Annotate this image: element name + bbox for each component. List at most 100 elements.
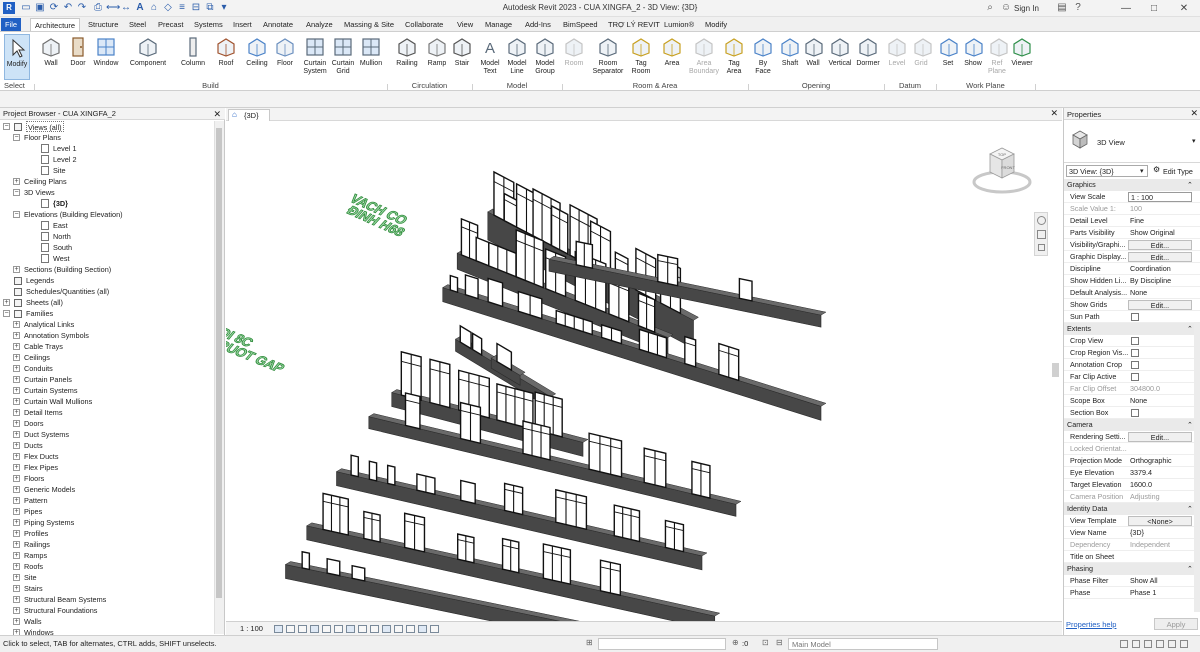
property-checkbox[interactable]	[1131, 349, 1139, 357]
property-value[interactable]: None	[1130, 287, 1192, 299]
search-icon[interactable]: ⌕	[984, 2, 996, 14]
browser-node[interactable]: Families	[26, 308, 53, 319]
property-value[interactable]: Orthographic	[1130, 455, 1192, 467]
model-canvas[interactable]: VACH COĐINH H68CUA ĐI 8CMO TRUOT GAPCUA …	[226, 121, 1062, 621]
collapse-icon[interactable]: ⌃	[1187, 503, 1193, 515]
browser-node[interactable]: {3D}	[53, 198, 68, 209]
opening-2-7[interactable]	[684, 335, 697, 368]
opening-9-0[interactable]	[322, 492, 349, 536]
pin-icon[interactable]	[1144, 640, 1152, 648]
tab-view[interactable]: View	[453, 18, 477, 31]
browser-node[interactable]: Site	[53, 165, 66, 176]
browser-node[interactable]: Doors	[24, 418, 43, 429]
expand-icon[interactable]: +	[13, 497, 20, 504]
curtain-system-button[interactable]: Curtain System	[301, 34, 329, 80]
expand-icon[interactable]: +	[13, 343, 20, 350]
browser-node[interactable]: Profiles	[24, 528, 48, 539]
show-button[interactable]: Show	[963, 34, 983, 80]
collapse-icon[interactable]: −	[13, 211, 20, 218]
close-button[interactable]: ✕	[1170, 1, 1198, 16]
modify-button[interactable]: Modify	[4, 34, 30, 80]
browser-node[interactable]: Pipes	[24, 506, 42, 517]
worksharing-icon[interactable]	[394, 625, 403, 633]
tab-steel[interactable]: Steel	[125, 18, 150, 31]
browser-node[interactable]: East	[53, 220, 68, 231]
opening-0-1[interactable]	[503, 192, 518, 229]
collapse-icon[interactable]: −	[13, 189, 20, 196]
filter-count-icon[interactable]	[1180, 640, 1188, 648]
property-value[interactable]: Phase 1	[1130, 587, 1192, 599]
roof-button[interactable]: Roof	[212, 34, 240, 80]
tab-manage[interactable]: Manage	[481, 18, 516, 31]
expand-icon[interactable]: +	[13, 519, 20, 526]
expand-icon[interactable]: +	[13, 574, 20, 581]
browser-node[interactable]: Duct Systems	[24, 429, 69, 440]
browser-node[interactable]: Structural Foundations	[24, 605, 97, 616]
grid-button[interactable]: Grid	[912, 34, 932, 80]
property-checkbox[interactable]	[1131, 373, 1139, 381]
property-edit-button[interactable]: Edit...	[1128, 300, 1192, 310]
constraints-icon[interactable]	[430, 625, 439, 633]
component-button[interactable]: Component	[127, 34, 169, 80]
property-edit-button[interactable]: Edit...	[1128, 240, 1192, 250]
shaft-button[interactable]: Shaft	[778, 34, 802, 80]
opening-1-3[interactable]	[515, 228, 544, 289]
browser-node[interactable]: Level 1	[53, 143, 77, 154]
opening-8-0[interactable]	[350, 454, 360, 478]
ribbon-group-circulation[interactable]: Circulation	[387, 81, 472, 90]
crop-region-icon[interactable]	[346, 625, 355, 633]
expand-icon[interactable]: +	[13, 376, 20, 383]
browser-node[interactable]: Ducts	[24, 440, 43, 451]
properties-help-link[interactable]: Properties help	[1066, 620, 1116, 629]
ref-plane-button[interactable]: Ref Plane	[988, 34, 1008, 80]
property-section[interactable]: Identity Data ⌃	[1064, 503, 1200, 515]
level-button[interactable]: Level	[886, 34, 908, 80]
expand-icon[interactable]: +	[13, 442, 20, 449]
maximize-button[interactable]: □	[1140, 1, 1168, 16]
opening-10-1[interactable]	[326, 557, 341, 577]
opening-9-5[interactable]	[542, 543, 572, 586]
column-button[interactable]: Column	[177, 34, 209, 80]
tag-room-button[interactable]: Tag Room	[628, 34, 654, 80]
ceiling-button[interactable]: Ceiling	[243, 34, 271, 80]
opening-8-2[interactable]	[386, 464, 396, 486]
close-icon[interactable]: ✕	[1190, 108, 1198, 119]
collapse-icon[interactable]: ⌃	[1187, 179, 1193, 191]
underlay-icon[interactable]	[1132, 640, 1140, 648]
tab-tr-l-revit[interactable]: TRỢ LÝ REVIT	[604, 18, 664, 31]
railing-button[interactable]: Railing	[394, 34, 420, 80]
opening-8-7[interactable]	[613, 504, 641, 543]
tab-modify[interactable]: Modify	[701, 18, 731, 31]
properties-scrollbar[interactable]	[1194, 322, 1200, 612]
opening-2-0[interactable]	[449, 274, 459, 294]
browser-node[interactable]: Schedules/Quantities (all)	[26, 286, 109, 297]
opening-8-1[interactable]	[368, 460, 378, 482]
design-option-dropdown[interactable]: Main Model	[788, 638, 938, 650]
tab-add-ins[interactable]: Add-Ins	[521, 18, 555, 31]
tab-annotate[interactable]: Annotate	[259, 18, 297, 31]
expand-icon[interactable]: +	[3, 299, 10, 306]
sign-in-link[interactable]: Sign In	[1014, 4, 1039, 13]
browser-node[interactable]: Site	[24, 572, 37, 583]
expand-icon[interactable]: +	[13, 332, 20, 339]
browser-node[interactable]: Generic Models	[24, 484, 75, 495]
property-value[interactable]: Coordination	[1130, 263, 1192, 275]
design-options-icon[interactable]: ⊟	[776, 638, 783, 647]
area-boundary-button[interactable]: Area Boundary	[689, 34, 719, 80]
door-button[interactable]: Door	[66, 34, 90, 80]
property-edit-button[interactable]: Edit...	[1128, 252, 1192, 262]
property-checkbox[interactable]	[1131, 361, 1139, 369]
expand-icon[interactable]: +	[13, 321, 20, 328]
analytical-icon[interactable]	[418, 625, 427, 633]
browser-node[interactable]: Ceiling Plans	[24, 176, 67, 187]
expand-icon[interactable]: +	[13, 354, 20, 361]
property-section[interactable]: Phasing ⌃	[1064, 563, 1200, 575]
workset-icon[interactable]: ⊞	[586, 638, 593, 647]
property-value[interactable]: Fine	[1130, 215, 1192, 227]
browser-node[interactable]: 3D Views	[24, 187, 55, 198]
opening-8-6[interactable]	[555, 488, 588, 531]
unlocked-3d-icon[interactable]	[358, 625, 367, 633]
ribbon-group-room-area[interactable]: Room & Area	[562, 81, 748, 90]
tab-bimspeed[interactable]: BimSpeed	[559, 18, 602, 31]
property-edit-button[interactable]: Edit...	[1128, 432, 1192, 442]
